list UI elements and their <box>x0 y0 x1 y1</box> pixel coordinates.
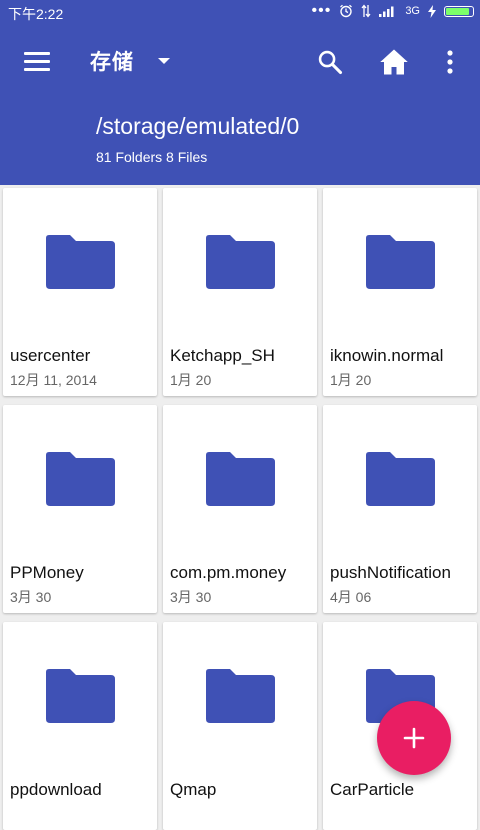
folder-card[interactable]: pushNotification 4月 06 <box>323 405 477 613</box>
folder-date: 1月 20 <box>170 372 212 388</box>
add-fab-button[interactable] <box>377 701 451 775</box>
plus-icon <box>403 727 425 749</box>
battery-icon <box>444 5 474 17</box>
folder-card[interactable]: com.pm.money 3月 30 <box>163 405 317 613</box>
folder-name: Ketchapp_SH <box>170 346 275 365</box>
folder-name: pushNotification <box>330 563 451 582</box>
folder-name: ppdownload <box>10 780 102 799</box>
folder-icon <box>46 452 115 506</box>
folder-name: Qmap <box>170 780 217 799</box>
folder-date: 4月 06 <box>330 589 372 605</box>
folder-card[interactable]: Qmap <box>163 622 317 830</box>
folder-date: 12月 11, 2014 <box>10 372 97 388</box>
network-type: 3G <box>405 5 420 17</box>
toolbar-title: 存储 <box>90 51 134 74</box>
battery-level <box>446 7 469 15</box>
status-icons: ••• 3G <box>311 2 474 19</box>
folder-icon <box>206 452 275 506</box>
folder-name: PPMoney <box>10 563 84 582</box>
search-icon[interactable] <box>314 46 346 78</box>
chevron-down-icon <box>158 58 170 64</box>
storage-selector[interactable]: 存储 <box>90 46 170 76</box>
menu-icon[interactable] <box>24 52 52 72</box>
folder-card[interactable]: PPMoney 3月 30 <box>3 405 157 613</box>
folder-date: 3月 30 <box>170 589 212 605</box>
status-time: 下午2:22 <box>8 6 64 22</box>
more-notifications-icon: ••• <box>311 2 332 19</box>
folder-name: com.pm.money <box>170 563 287 582</box>
signal-icon <box>379 6 394 17</box>
folder-icon <box>46 669 115 723</box>
data-transfer-icon <box>361 4 371 18</box>
folder-icon <box>206 669 275 723</box>
more-vert-icon[interactable] <box>434 46 466 78</box>
folder-card[interactable]: iknowin.normal 1月 20 <box>323 188 477 396</box>
charging-icon <box>428 4 436 18</box>
current-path: /storage/emulated/0 <box>96 113 300 139</box>
folder-card[interactable]: Ketchapp_SH 1月 20 <box>163 188 317 396</box>
folder-name: usercenter <box>10 346 91 365</box>
alarm-icon <box>340 4 353 18</box>
folder-name: CarParticle <box>330 780 415 799</box>
folder-date: 1月 20 <box>330 372 372 388</box>
folder-icon <box>206 235 275 289</box>
folder-icon <box>46 235 115 289</box>
folder-icon <box>366 452 435 506</box>
folder-file-count: 81 Folders 8 Files <box>96 149 208 165</box>
folder-icon <box>366 235 435 289</box>
folder-card[interactable]: usercenter 12月 11, 2014 <box>3 188 157 396</box>
home-icon[interactable] <box>378 46 410 78</box>
status-bar: 下午2:22 ••• 3G <box>0 0 480 26</box>
folder-name: iknowin.normal <box>330 346 444 365</box>
folder-card[interactable]: ppdownload <box>3 622 157 830</box>
app-toolbar: 存储 /storage/emulated/0 81 Folders 8 File… <box>0 26 480 185</box>
folder-date: 3月 30 <box>10 589 52 605</box>
